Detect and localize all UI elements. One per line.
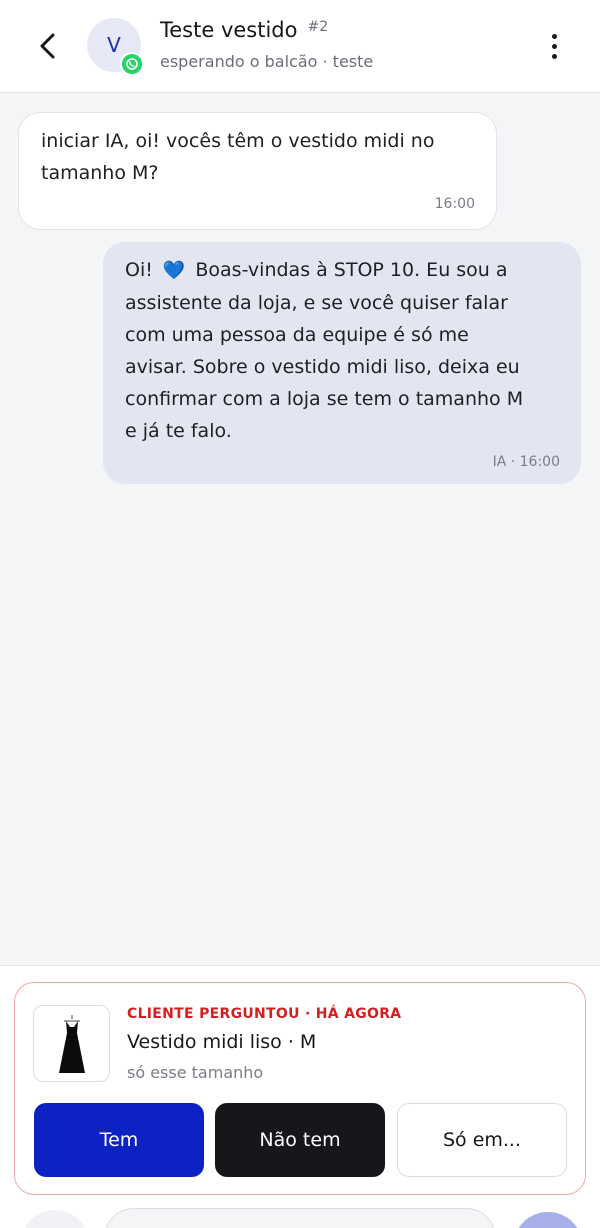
dot: [551, 53, 557, 59]
message-line: iniciar IA, oi! vocês têm o vestido midi…: [41, 130, 435, 152]
conversation-status: esperando o balcão · teste: [160, 52, 374, 71]
message-line: e já te falo.: [125, 420, 232, 442]
message-line: com uma pessoa da equipe é só me: [125, 324, 469, 346]
conversation-title: Teste vestido: [160, 18, 298, 42]
request-note: só esse tamanho: [127, 1063, 264, 1082]
only-in-button[interactable]: Só em...: [397, 1103, 567, 1177]
message-line: confirmar com a loja se tem o tamanho M: [125, 388, 524, 410]
avatar-initial: V: [107, 33, 121, 57]
ticket-number: #2: [307, 19, 329, 35]
chevron-left-icon: [40, 33, 55, 59]
product-thumbnail[interactable]: [33, 1005, 110, 1082]
message-line: assistente da loja, e se você quiser fal…: [125, 292, 508, 314]
chat-header: V Teste vestido #2 esperando o balcão · …: [0, 0, 600, 93]
stock-request-card: CLIENTE PERGUNTOU · HÁ AGORA Vestido mid…: [14, 982, 586, 1195]
message-line: tamanho M?: [41, 162, 159, 184]
back-button[interactable]: [30, 28, 64, 64]
product-name: Vestido midi liso · M: [127, 1031, 317, 1053]
message-line: Oi! 💙 Boas-vindas à STOP 10. Eu sou a: [125, 254, 523, 287]
has-stock-button[interactable]: Tem: [34, 1103, 204, 1177]
message-input[interactable]: [104, 1208, 496, 1228]
message-meta: IA · 16:00: [492, 454, 560, 470]
conversation-title-row[interactable]: Teste vestido #2: [160, 18, 328, 42]
message-text: Oi! 💙 Boas-vindas à STOP 10. Eu sou a as…: [125, 254, 523, 447]
dress-icon: [58, 1014, 85, 1073]
dot: [551, 33, 557, 39]
request-panel: CLIENTE PERGUNTOU · HÁ AGORA Vestido mid…: [0, 965, 600, 1228]
dot: [551, 43, 557, 49]
blue-heart-icon: 💙: [162, 260, 186, 281]
outgoing-message[interactable]: Oi! 💙 Boas-vindas à STOP 10. Eu sou a as…: [103, 242, 581, 484]
whatsapp-icon: [120, 52, 144, 76]
message-line-rest: Boas-vindas à STOP 10. Eu sou a: [195, 259, 508, 281]
incoming-message[interactable]: iniciar IA, oi! vocês têm o vestido midi…: [18, 112, 497, 230]
message-time: 16:00: [434, 196, 475, 212]
greeting: Oi!: [125, 259, 153, 281]
request-alert: CLIENTE PERGUNTOU · HÁ AGORA: [127, 1006, 402, 1022]
more-options-button[interactable]: [538, 28, 570, 64]
message-line: avisar. Sobre o vestido midi liso, deixa…: [125, 356, 520, 378]
no-stock-button[interactable]: Não tem: [215, 1103, 385, 1177]
message-text: iniciar IA, oi! vocês têm o vestido midi…: [41, 125, 434, 189]
